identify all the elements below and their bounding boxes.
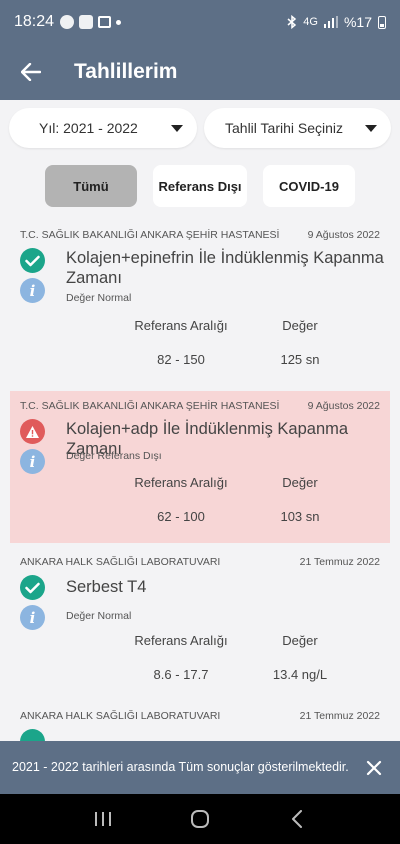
recent-apps-icon (95, 812, 112, 826)
info-icon[interactable]: i (20, 449, 45, 474)
result-date: 21 Temmuz 2022 (299, 556, 380, 568)
system-nav-bar (0, 794, 400, 844)
system-back-button[interactable] (277, 799, 317, 839)
result-date: 9 Ağustos 2022 (307, 400, 380, 412)
tab-covid-19[interactable]: COVID-19 (263, 165, 355, 207)
result-card[interactable]: ANKARA HALK SAĞLIĞI LABORATUVARI 21 Temm… (10, 543, 390, 701)
result-tabs: Tümü Referans Dışı COVID-19 (0, 165, 400, 207)
signal-icon (323, 16, 338, 28)
result-value: 125 sn (280, 352, 320, 367)
snackbar-close-button[interactable] (360, 754, 388, 782)
snackbar: 2021 - 2022 tarihleri arasında Tüm sonuç… (0, 741, 400, 794)
home-button[interactable] (180, 799, 220, 839)
result-value: 13.4 ng/L (272, 667, 328, 682)
date-dropdown-label: Tahlil Tarihi Seçiniz (225, 120, 344, 136)
lab-name: T.C. SAĞLIK BAKANLIĞI ANKARA ŞEHİR HASTA… (20, 229, 280, 241)
result-card[interactable]: T.C. SAĞLIK BAKANLIĞI ANKARA ŞEHİR HASTA… (10, 220, 390, 378)
value-label: Değer (282, 318, 318, 333)
warning-icon (20, 419, 45, 444)
lab-name: ANKARA HALK SAĞLIĞI LABORATUVARI (20, 556, 221, 568)
app-notification-icon (79, 15, 94, 29)
app-bar: Tahlillerim (0, 44, 400, 100)
back-button[interactable] (0, 44, 62, 100)
whatsapp-icon (60, 15, 75, 29)
result-card-out-of-range[interactable]: T.C. SAĞLIK BAKANLIĞI ANKARA ŞEHİR HASTA… (10, 391, 390, 543)
gallery-icon (98, 16, 112, 28)
check-icon (20, 575, 45, 600)
status-text: Değer Referans Dışı (66, 450, 162, 462)
status-text: Değer Normal (66, 292, 132, 304)
home-icon (190, 810, 209, 828)
battery-percent: %17 (343, 14, 372, 30)
status-bar: 18:24 4G %17 (0, 0, 400, 44)
recent-apps-button[interactable] (83, 799, 123, 839)
lab-name: T.C. SAĞLIK BAKANLIĞI ANKARA ŞEHİR HASTA… (20, 400, 280, 412)
test-name: Kolajen+epinefrin İle İndüklenmiş Kapanm… (66, 249, 384, 287)
bluetooth-icon (287, 15, 297, 29)
year-dropdown[interactable]: Yıl: 2021 - 2022 (9, 108, 197, 148)
clock: 18:24 (14, 13, 55, 30)
battery-icon (378, 15, 386, 29)
more-notifications-icon (116, 19, 122, 25)
arrow-left-icon (21, 63, 41, 81)
info-icon[interactable]: i (20, 605, 45, 630)
value-label: Değer (282, 475, 318, 490)
network-type: 4G (303, 16, 318, 28)
results-list: T.C. SAĞLIK BAKANLIĞI ANKARA ŞEHİR HASTA… (10, 220, 390, 761)
notification-icons (60, 15, 122, 29)
status-text: Değer Normal (66, 610, 132, 622)
year-dropdown-label: Yıl: 2021 - 2022 (39, 120, 138, 136)
snackbar-message: 2021 - 2022 tarihleri arasında Tüm sonuç… (12, 760, 349, 774)
filter-row: Yıl: 2021 - 2022 Tahlil Tarihi Seçiniz (0, 108, 400, 148)
result-date: 21 Temmuz 2022 (299, 710, 380, 722)
close-icon (366, 760, 382, 775)
test-name: Serbest T4 (66, 578, 147, 596)
caret-down-icon (365, 124, 377, 132)
chevron-left-icon (291, 810, 302, 828)
value-label: Değer (282, 633, 318, 648)
page-title: Tahlillerim (74, 60, 178, 83)
check-icon (20, 248, 45, 273)
caret-down-icon (171, 124, 183, 132)
system-icons: 4G %17 (287, 14, 386, 30)
result-date: 9 Ağustos 2022 (307, 229, 380, 241)
result-value: 103 sn (280, 509, 320, 524)
date-dropdown[interactable]: Tahlil Tarihi Seçiniz (204, 108, 391, 148)
tab-all[interactable]: Tümü (45, 165, 137, 207)
lab-name: ANKARA HALK SAĞLIĞI LABORATUVARI (20, 710, 221, 722)
info-icon[interactable]: i (20, 278, 45, 303)
tab-out-of-range[interactable]: Referans Dışı (153, 165, 247, 207)
